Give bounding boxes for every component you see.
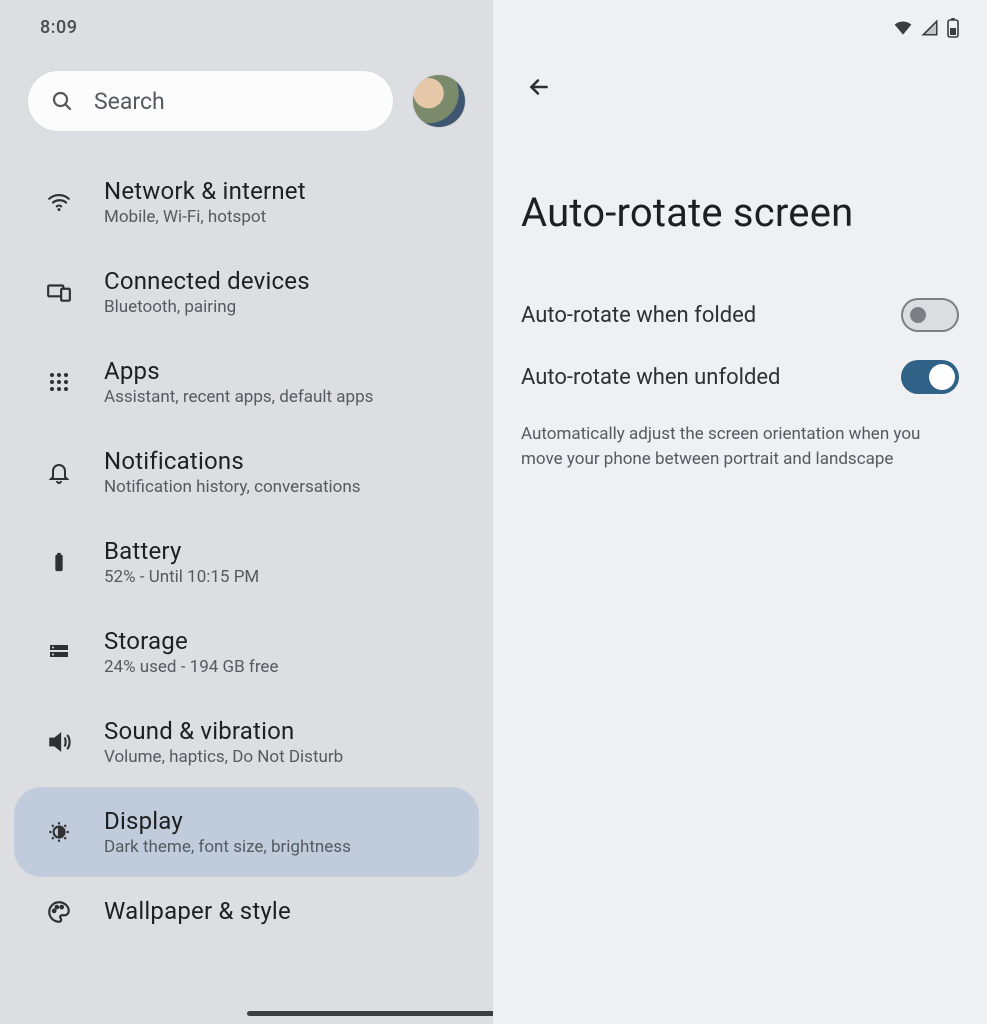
sidebar-item-wallpaper[interactable]: Wallpaper & style — [14, 877, 479, 947]
sidebar-item-battery[interactable]: Battery 52% - Until 10:15 PM — [14, 517, 479, 607]
toggle-label: Auto-rotate when unfolded — [521, 365, 780, 390]
sidebar-item-network[interactable]: Network & internet Mobile, Wi-Fi, hotspo… — [14, 157, 479, 247]
sidebar-item-subtitle: Assistant, recent apps, default apps — [104, 387, 373, 407]
sidebar-item-label: Connected devices — [104, 267, 310, 295]
settings-list: Network & internet Mobile, Wi-Fi, hotspo… — [0, 139, 493, 1024]
sidebar-item-label: Wallpaper & style — [104, 897, 291, 925]
sidebar-item-subtitle: Mobile, Wi-Fi, hotspot — [104, 207, 306, 227]
toggle-row-folded[interactable]: Auto-rotate when folded — [521, 284, 959, 346]
cell-signal-icon — [921, 19, 939, 37]
sidebar-item-label: Notifications — [104, 447, 361, 475]
sidebar-item-subtitle: Notification history, conversations — [104, 477, 361, 497]
sidebar-item-storage[interactable]: Storage 24% used - 194 GB free — [14, 607, 479, 697]
switch-unfolded[interactable] — [901, 360, 959, 394]
sidebar-item-subtitle: Volume, haptics, Do Not Disturb — [104, 747, 343, 767]
profile-avatar[interactable] — [413, 75, 465, 127]
settings-master-pane: 8:09 Search Network & internet Mobile, W… — [0, 0, 493, 1024]
devices-icon — [44, 279, 74, 305]
sidebar-item-label: Battery — [104, 537, 259, 565]
helper-text: Automatically adjust the screen orientat… — [521, 408, 959, 471]
sidebar-item-apps[interactable]: Apps Assistant, recent apps, default app… — [14, 337, 479, 427]
volume-icon — [44, 729, 74, 755]
back-button[interactable] — [517, 65, 561, 109]
apps-grid-icon — [44, 370, 74, 394]
bell-icon — [44, 460, 74, 484]
clock: 8:09 — [40, 17, 77, 38]
status-bar-left: 8:09 — [0, 0, 493, 55]
settings-detail-pane: Auto-rotate screen Auto-rotate when fold… — [493, 0, 987, 1024]
wifi-icon — [44, 189, 74, 215]
sidebar-item-display[interactable]: Display Dark theme, font size, brightnes… — [14, 787, 479, 877]
switch-folded[interactable] — [901, 298, 959, 332]
sidebar-item-sound[interactable]: Sound & vibration Volume, haptics, Do No… — [14, 697, 479, 787]
sidebar-item-subtitle: Bluetooth, pairing — [104, 297, 310, 317]
sidebar-item-label: Storage — [104, 627, 278, 655]
search-placeholder: Search — [94, 88, 165, 115]
sidebar-item-label: Network & internet — [104, 177, 306, 205]
brightness-icon — [44, 819, 74, 845]
toggle-row-unfolded[interactable]: Auto-rotate when unfolded — [521, 346, 959, 408]
sidebar-item-subtitle: Dark theme, font size, brightness — [104, 837, 351, 857]
sidebar-item-label: Apps — [104, 357, 373, 385]
palette-icon — [44, 899, 74, 925]
sidebar-item-notifications[interactable]: Notifications Notification history, conv… — [14, 427, 479, 517]
sidebar-item-label: Display — [104, 807, 351, 835]
sidebar-item-subtitle: 24% used - 194 GB free — [104, 657, 278, 677]
search-icon — [50, 89, 74, 113]
sidebar-item-subtitle: 52% - Until 10:15 PM — [104, 567, 259, 587]
search-row: Search — [0, 55, 493, 139]
search-input[interactable]: Search — [28, 71, 393, 131]
wifi-status-icon — [893, 18, 913, 38]
battery-status-icon — [947, 18, 959, 38]
toggle-label: Auto-rotate when folded — [521, 303, 756, 328]
storage-icon — [44, 640, 74, 664]
battery-icon — [44, 549, 74, 575]
nav-handle[interactable] — [247, 1011, 507, 1016]
sidebar-item-connected[interactable]: Connected devices Bluetooth, pairing — [14, 247, 479, 337]
page-title: Auto-rotate screen — [521, 189, 959, 236]
status-bar-right — [493, 0, 987, 55]
sidebar-item-label: Sound & vibration — [104, 717, 343, 745]
